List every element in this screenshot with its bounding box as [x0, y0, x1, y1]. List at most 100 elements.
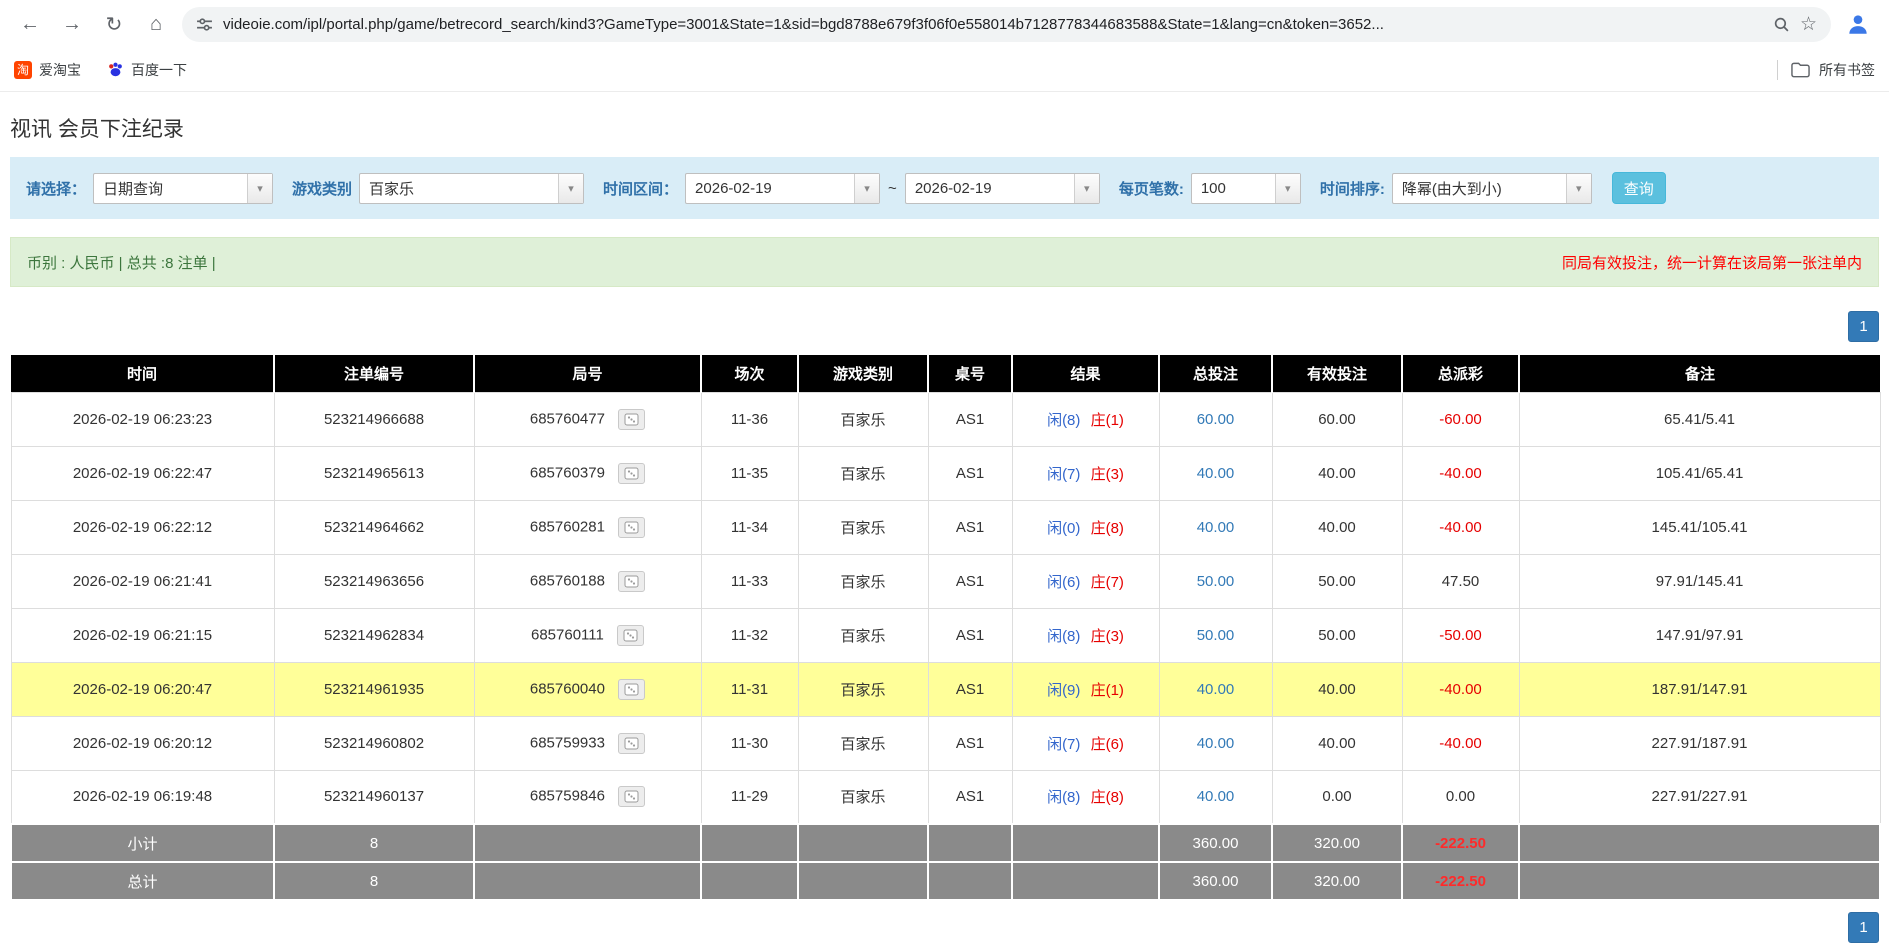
chevron-down-icon[interactable]: ▾: [854, 174, 879, 203]
total-table-no: [928, 862, 1012, 900]
cell-total-bet[interactable]: 40.00: [1159, 716, 1272, 770]
result-player: 闲(7): [1047, 466, 1080, 483]
profile-icon[interactable]: [1841, 7, 1875, 41]
cell-note: 145.41/105.41: [1519, 500, 1880, 554]
cell-table-no: AS1: [928, 500, 1012, 554]
cell-table-no: AS1: [928, 662, 1012, 716]
search-button[interactable]: 查询: [1612, 172, 1666, 204]
total-bet-link[interactable]: 40.00: [1197, 788, 1235, 805]
cell-note: 187.91/147.91: [1519, 662, 1880, 716]
cell-round: 685760188: [474, 554, 701, 608]
column-header-8: 有效投注: [1272, 355, 1402, 392]
cell-bet-id: 523214961935: [274, 662, 474, 716]
url-text[interactable]: videoie.com/ipl/portal.php/game/betrecor…: [223, 16, 1763, 33]
cell-time: 2026-02-19 06:22:12: [11, 500, 274, 554]
all-bookmarks-button[interactable]: 所有书签: [1819, 60, 1875, 80]
column-header-2: 局号: [474, 355, 701, 392]
cell-bet-id: 523214960137: [274, 770, 474, 824]
round-detail-icon[interactable]: [618, 679, 645, 700]
total-bet-link[interactable]: 40.00: [1197, 681, 1235, 698]
cell-total-bet[interactable]: 50.00: [1159, 554, 1272, 608]
round-detail-icon[interactable]: [618, 463, 645, 484]
cell-table-no: AS1: [928, 392, 1012, 446]
cell-session: 11-30: [701, 716, 798, 770]
total-bet-link[interactable]: 40.00: [1197, 735, 1235, 752]
bookmark-star-icon[interactable]: ☆: [1800, 13, 1817, 36]
cell-payout: -40.00: [1402, 446, 1519, 500]
table-row: 2026-02-19 06:19:48 523214960137 6857598…: [11, 770, 1880, 824]
subtotal-total-bet: 360.00: [1159, 824, 1272, 862]
total-label: 总计: [11, 862, 274, 900]
date-from-select[interactable]: 2026-02-19 ▾: [685, 173, 880, 204]
total-bet-link[interactable]: 50.00: [1197, 573, 1235, 590]
round-detail-icon[interactable]: [618, 571, 645, 592]
baidu-favicon: [107, 61, 124, 78]
address-bar[interactable]: videoie.com/ipl/portal.php/game/betrecor…: [182, 7, 1831, 42]
round-number: 685760111: [531, 626, 604, 643]
cell-total-bet[interactable]: 50.00: [1159, 608, 1272, 662]
filter-label-page-size: 每页笔数:: [1119, 178, 1184, 199]
chevron-down-icon[interactable]: ▾: [1566, 174, 1591, 203]
subtotal-valid-bet: 320.00: [1272, 824, 1402, 862]
cell-game-type: 百家乐: [798, 608, 928, 662]
refresh-icon[interactable]: ↻: [98, 8, 130, 40]
round-detail-icon[interactable]: [617, 625, 644, 646]
chevron-down-icon[interactable]: ▾: [558, 174, 583, 203]
chevron-down-icon[interactable]: ▾: [1074, 174, 1099, 203]
page-1-button[interactable]: 1: [1848, 311, 1879, 342]
cell-valid-bet: 50.00: [1272, 608, 1402, 662]
cell-result: 闲(7) 庄(6): [1012, 716, 1159, 770]
cell-round: 685760477: [474, 392, 701, 446]
chevron-down-icon[interactable]: ▾: [1275, 174, 1300, 203]
cell-total-bet[interactable]: 40.00: [1159, 446, 1272, 500]
round-number: 685760379: [530, 464, 605, 481]
cell-valid-bet: 50.00: [1272, 554, 1402, 608]
time-sort-select[interactable]: 降幂(由大到小) ▾: [1392, 173, 1592, 204]
cell-total-bet[interactable]: 40.00: [1159, 770, 1272, 824]
filter-label-sort: 时间排序:: [1320, 178, 1385, 199]
cell-round: 685759846: [474, 770, 701, 824]
total-bet-link[interactable]: 40.00: [1197, 519, 1235, 536]
game-type-value: 百家乐: [360, 174, 558, 203]
bet-table: 时间注单编号局号场次游戏类别桌号结果总投注有效投注总派彩备注 2026-02-1…: [10, 355, 1881, 901]
column-header-10: 备注: [1519, 355, 1880, 392]
date-to-select[interactable]: 2026-02-19 ▾: [905, 173, 1100, 204]
chevron-down-icon[interactable]: ▾: [247, 174, 272, 203]
home-icon[interactable]: ⌂: [140, 8, 172, 40]
folder-icon: [1791, 62, 1810, 78]
page-1-button[interactable]: 1: [1848, 912, 1879, 943]
round-detail-icon[interactable]: [618, 409, 645, 430]
round-detail-icon[interactable]: [618, 786, 645, 807]
total-game: [798, 862, 928, 900]
cell-total-bet[interactable]: 40.00: [1159, 662, 1272, 716]
total-total-bet: 360.00: [1159, 862, 1272, 900]
cell-total-bet[interactable]: 40.00: [1159, 500, 1272, 554]
bookmark-baidu[interactable]: 百度一下: [107, 60, 187, 80]
column-header-4: 游戏类别: [798, 355, 928, 392]
subtotal-row: 小计8360.00320.00-222.50: [11, 824, 1880, 862]
round-number: 685760477: [530, 410, 605, 427]
bookmark-taobao[interactable]: 淘 爱淘宝: [14, 60, 81, 80]
total-bet-link[interactable]: 60.00: [1197, 411, 1235, 428]
total-bet-link[interactable]: 50.00: [1197, 627, 1235, 644]
back-icon[interactable]: ←: [14, 8, 46, 40]
page-size-select[interactable]: 100 ▾: [1191, 173, 1301, 204]
cell-payout: -40.00: [1402, 500, 1519, 554]
total-bet-link[interactable]: 40.00: [1197, 465, 1235, 482]
round-detail-icon[interactable]: [618, 517, 645, 538]
cell-total-bet[interactable]: 60.00: [1159, 392, 1272, 446]
subtotal-round: [474, 824, 701, 862]
zoom-icon[interactable]: [1773, 16, 1790, 33]
result-player: 闲(8): [1047, 789, 1080, 806]
game-type-select[interactable]: 百家乐 ▾: [359, 173, 584, 204]
round-detail-icon[interactable]: [618, 733, 645, 754]
date-range-separator: ~: [888, 180, 897, 197]
date-mode-select[interactable]: 日期查询 ▾: [93, 173, 273, 204]
result-banker: 庄(6): [1091, 736, 1124, 753]
summary-note: 同局有效投注，统一计算在该局第一张注单内: [1562, 252, 1862, 273]
forward-icon[interactable]: →: [56, 8, 88, 40]
table-row: 2026-02-19 06:22:12 523214964662 6857602…: [11, 500, 1880, 554]
result-player: 闲(9): [1047, 682, 1080, 699]
site-info-icon[interactable]: [196, 16, 213, 33]
date-from-value: 2026-02-19: [686, 174, 854, 203]
